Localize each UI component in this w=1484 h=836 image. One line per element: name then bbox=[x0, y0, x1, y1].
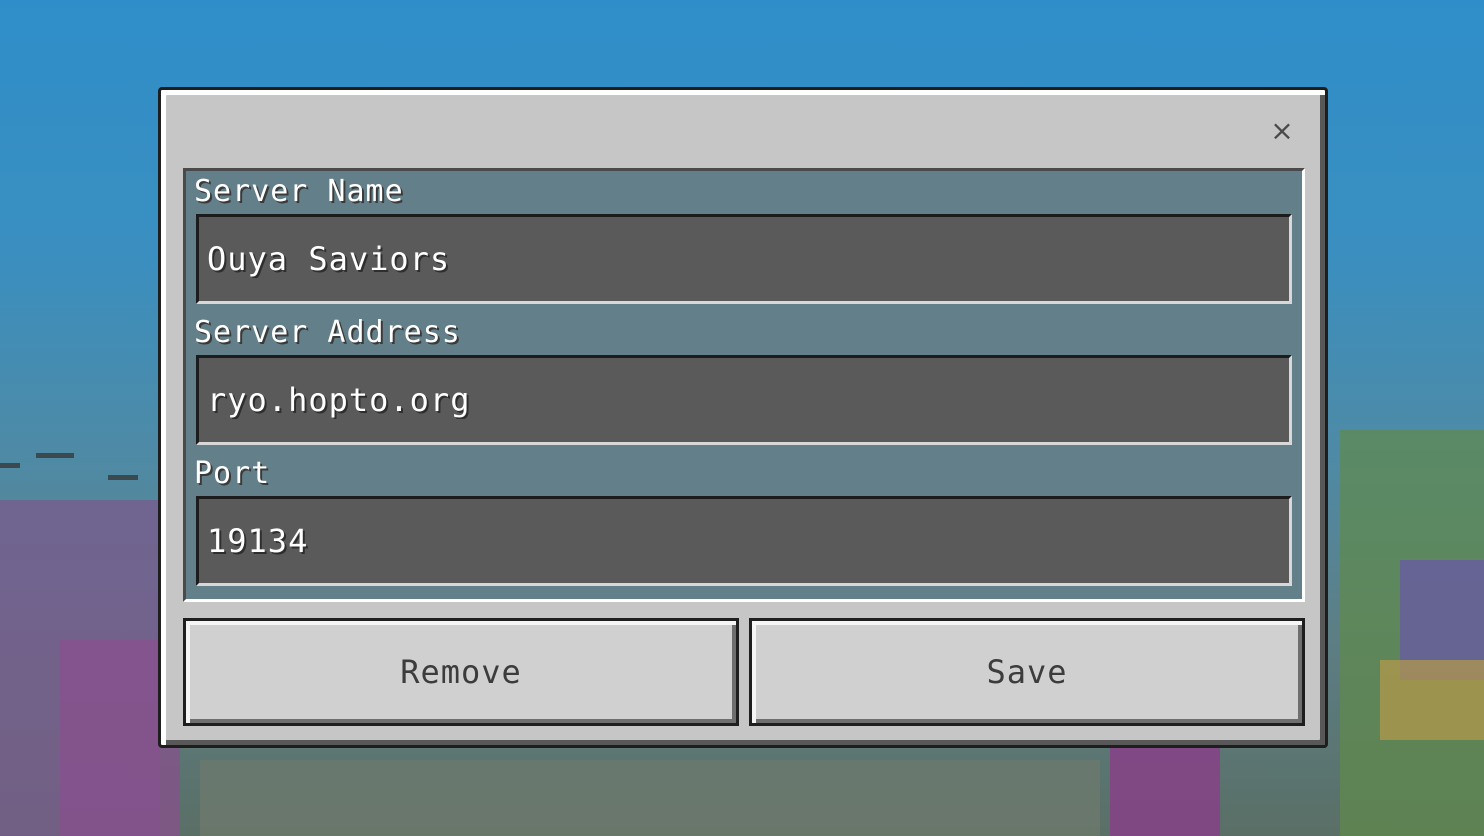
fish bbox=[108, 475, 138, 480]
server-address-label: Server Address bbox=[194, 315, 461, 350]
seafloor bbox=[200, 760, 1100, 836]
port-input[interactable] bbox=[196, 496, 1292, 586]
save-button[interactable]: Save bbox=[749, 618, 1305, 726]
fish bbox=[36, 453, 74, 458]
server-form-panel: Server Name Server Address Port bbox=[183, 168, 1305, 602]
server-name-input[interactable] bbox=[196, 214, 1292, 304]
coral-magenta-bottom bbox=[1110, 740, 1220, 836]
edit-server-dialog: × Server Name Server Address Port Remove… bbox=[158, 87, 1328, 748]
coral-yellow-right bbox=[1380, 660, 1484, 740]
close-icon[interactable]: × bbox=[1267, 116, 1297, 146]
fish bbox=[0, 463, 20, 468]
port-label: Port bbox=[194, 456, 271, 491]
server-name-label: Server Name bbox=[194, 174, 404, 209]
remove-button[interactable]: Remove bbox=[183, 618, 739, 726]
server-address-input[interactable] bbox=[196, 355, 1292, 445]
